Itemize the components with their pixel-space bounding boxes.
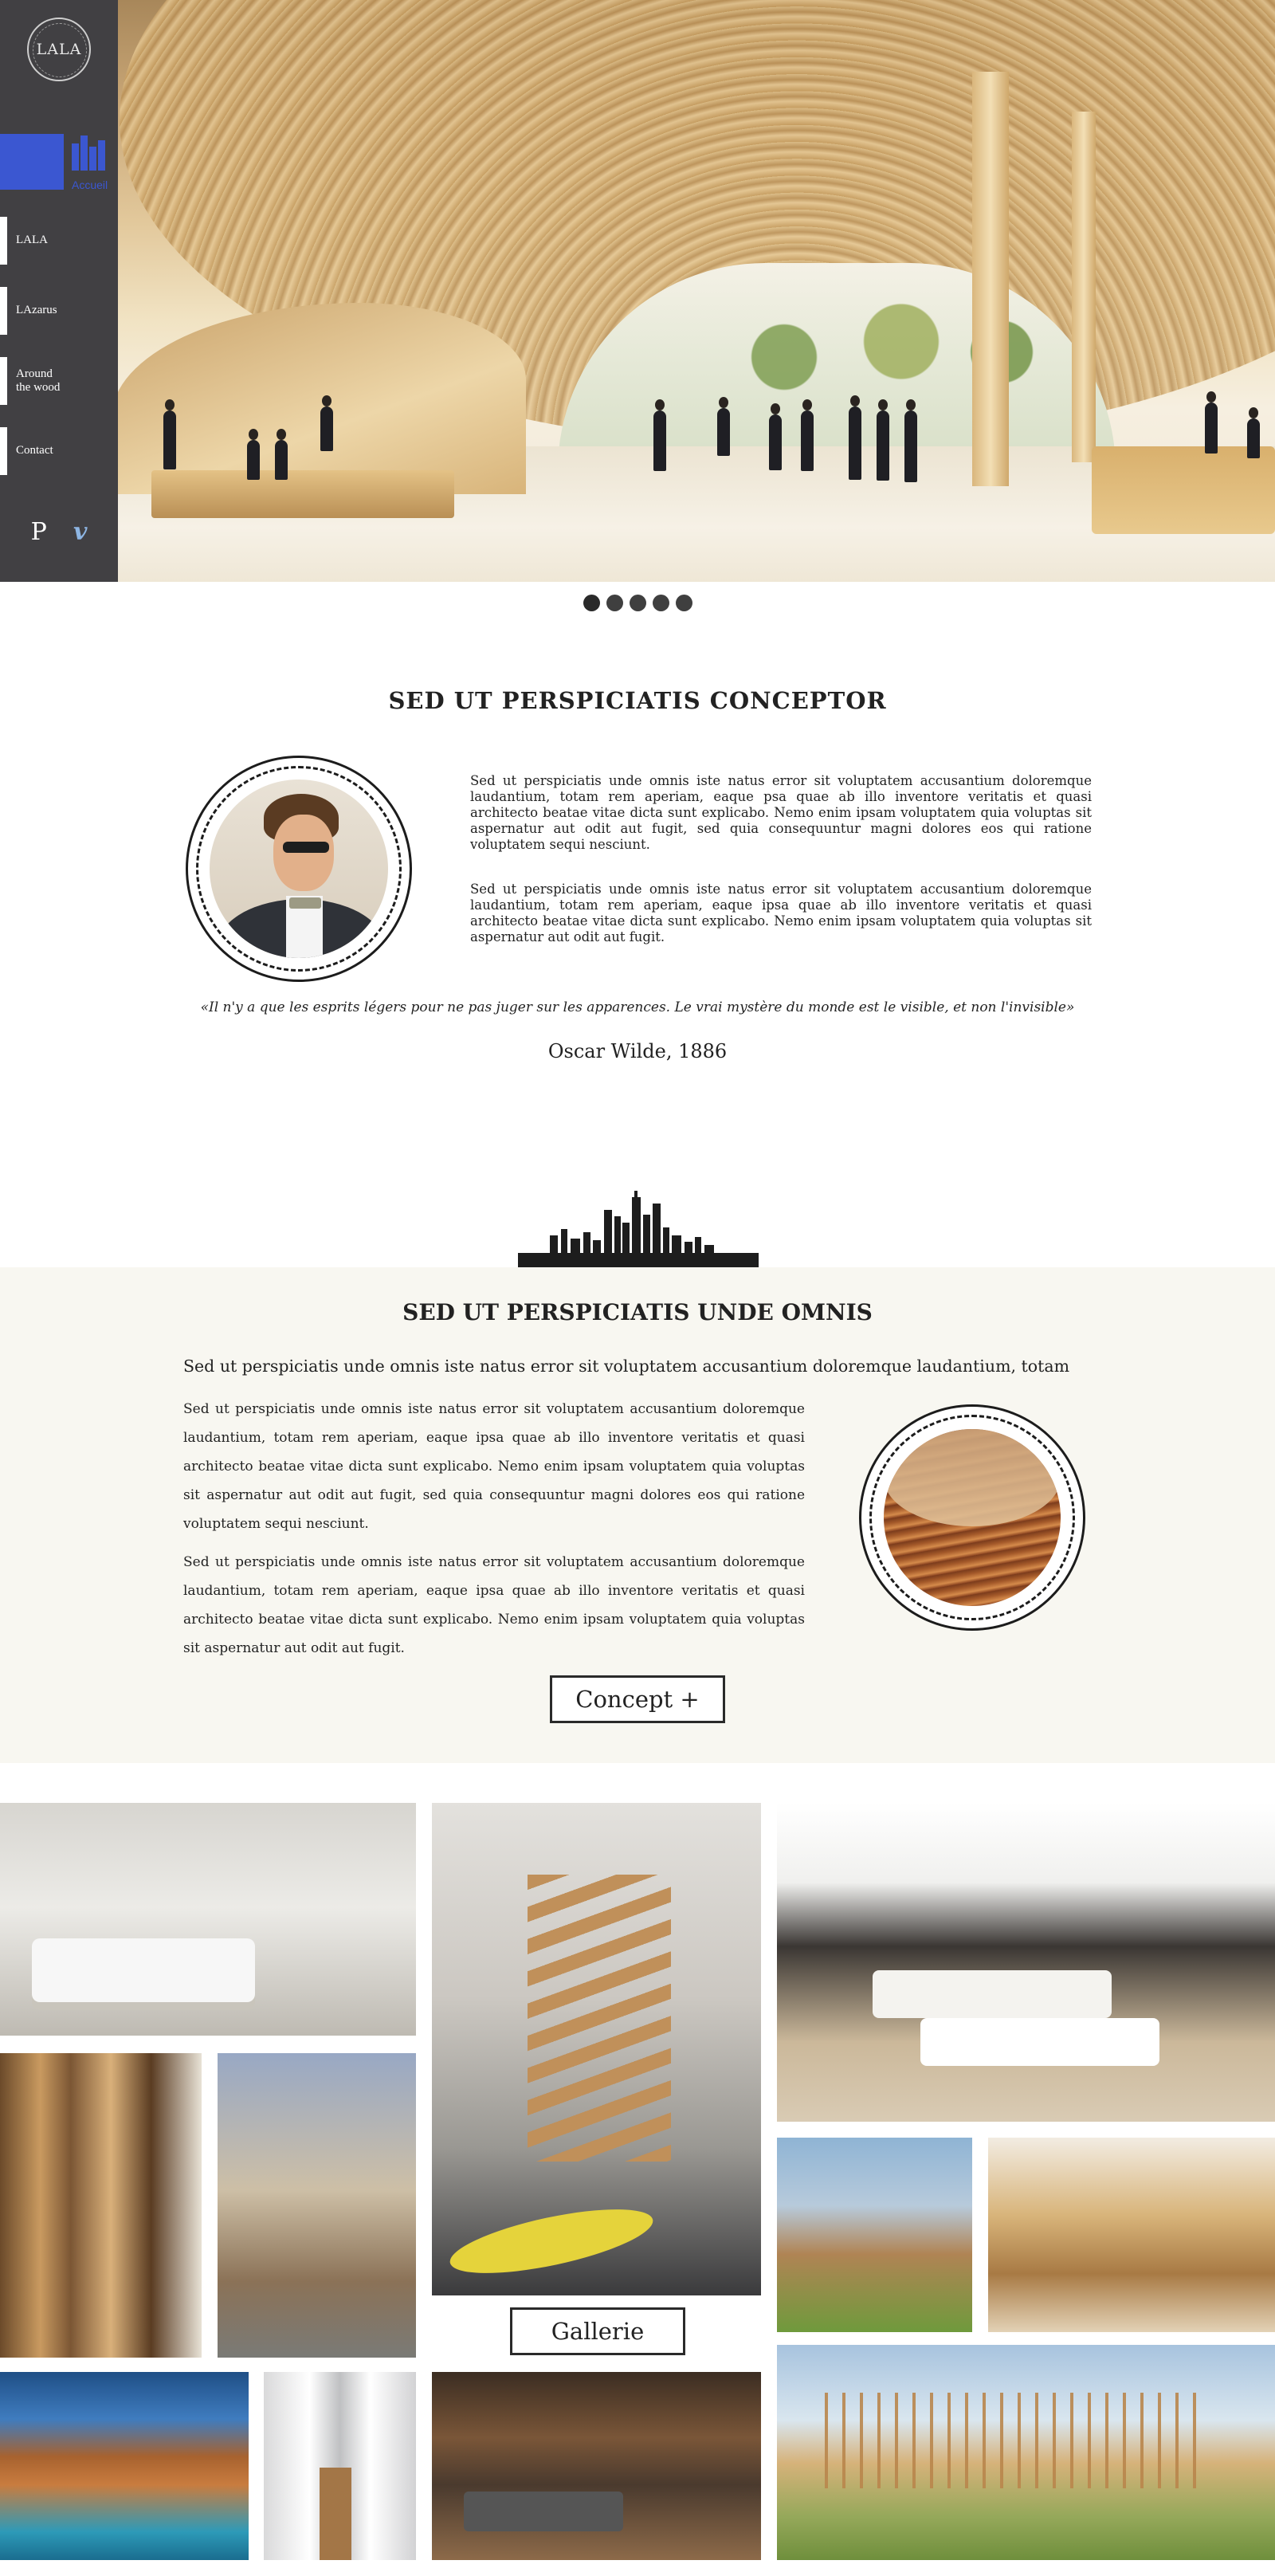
- vimeo-icon[interactable]: v: [73, 518, 87, 546]
- slider-dot[interactable]: [675, 595, 692, 611]
- portrait-badge: [186, 756, 412, 982]
- sidebar-item-lala[interactable]: LALA: [0, 206, 118, 276]
- slider-dots: [0, 595, 1275, 611]
- hero-person: [247, 429, 260, 480]
- hero-person: [877, 399, 889, 481]
- theatre-badge: [859, 1404, 1085, 1631]
- sidebar-item-label: Around the wood: [16, 367, 61, 394]
- concept-paragraph-1: Sed ut perspiciatis unde omnis iste natu…: [470, 773, 1092, 852]
- quote-text: «Il n'y a que les esprits légers pour ne…: [200, 999, 1075, 1015]
- gallery-image[interactable]: [777, 2138, 972, 2332]
- hero-bench: [151, 470, 454, 518]
- sidebar-item-label: Contact: [16, 444, 53, 457]
- slider-dot[interactable]: [606, 595, 623, 611]
- gallery-image[interactable]: [777, 2345, 1275, 2560]
- hero-person: [801, 399, 814, 471]
- hero-person: [717, 397, 730, 456]
- hero-column: [1072, 112, 1096, 462]
- theatre-image: [884, 1429, 1061, 1606]
- sidebar-nav: LALA LAzarus Around the wood Contact: [0, 206, 118, 486]
- hero-column: [972, 72, 1009, 486]
- omnis-paragraph-1: Sed ut perspiciatis unde omnis iste natu…: [183, 1401, 805, 1532]
- hero-person: [1247, 407, 1260, 458]
- slider-dot[interactable]: [652, 595, 669, 611]
- sidebar-item-label: LALA: [16, 234, 48, 247]
- portrait-image: [210, 779, 388, 958]
- hero-person: [320, 395, 333, 451]
- omnis-section: SED UT PERSPICIATIS UNDE OMNIS Sed ut pe…: [0, 1267, 1275, 1763]
- gallery-image[interactable]: [0, 2053, 202, 2358]
- gallery-image[interactable]: [0, 2372, 249, 2560]
- gallery-image[interactable]: [777, 1803, 1275, 2122]
- home-buildings-icon[interactable]: [70, 135, 112, 171]
- omnis-paragraph-2: Sed ut perspiciatis unde omnis iste natu…: [183, 1554, 805, 1656]
- sidebar-active-marker[interactable]: [0, 134, 64, 190]
- gallery-image[interactable]: [988, 2138, 1275, 2332]
- logo-text: LALA: [36, 41, 82, 58]
- hero-person: [849, 395, 861, 480]
- pinterest-icon[interactable]: P: [31, 518, 47, 546]
- gallery-image[interactable]: [432, 2372, 761, 2560]
- gallery-image[interactable]: [218, 2053, 416, 2358]
- concept-title: SED UT PERSPICIATIS CONCEPTOR: [388, 687, 887, 714]
- sidebar-item-contact[interactable]: Contact: [0, 416, 118, 486]
- hero-person: [904, 399, 917, 482]
- concept-button[interactable]: Concept +: [550, 1675, 725, 1723]
- gallery-image[interactable]: [0, 1803, 416, 2036]
- sidebar-active-label[interactable]: Accueil: [72, 179, 108, 191]
- quote-author: Oscar Wilde, 1886: [547, 1040, 728, 1062]
- sidebar-item-lazarus[interactable]: LAzarus: [0, 276, 118, 346]
- gallery-image[interactable]: [432, 1803, 761, 2295]
- omnis-lead: Sed ut perspiciatis unde omnis iste natu…: [183, 1357, 1070, 1376]
- slider-dot[interactable]: [583, 595, 600, 611]
- logo[interactable]: LALA: [27, 18, 91, 81]
- hero-slider: [0, 0, 1275, 582]
- hero-person: [163, 399, 176, 469]
- city-skyline-icon: [518, 1191, 759, 1267]
- sidebar-item-label: LAzarus: [16, 304, 57, 317]
- hero-person: [1205, 391, 1218, 454]
- sidebar-item-around-the-wood[interactable]: Around the wood: [0, 346, 118, 416]
- hero-reception-desk: [1092, 446, 1275, 534]
- hero-person: [275, 429, 288, 480]
- hero-person: [653, 399, 666, 471]
- social-links: P v: [0, 518, 118, 546]
- omnis-title: SED UT PERSPICIATIS UNDE OMNIS: [402, 1299, 873, 1325]
- sidebar: LALA Accueil LALA LAzarus Around the woo…: [0, 0, 118, 582]
- hero-person: [769, 403, 782, 470]
- gallery-button[interactable]: Gallerie: [510, 2307, 685, 2355]
- gallery-image[interactable]: [264, 2372, 416, 2560]
- concept-paragraph-2: Sed ut perspiciatis unde omnis iste natu…: [470, 882, 1092, 944]
- slider-dot[interactable]: [629, 595, 646, 611]
